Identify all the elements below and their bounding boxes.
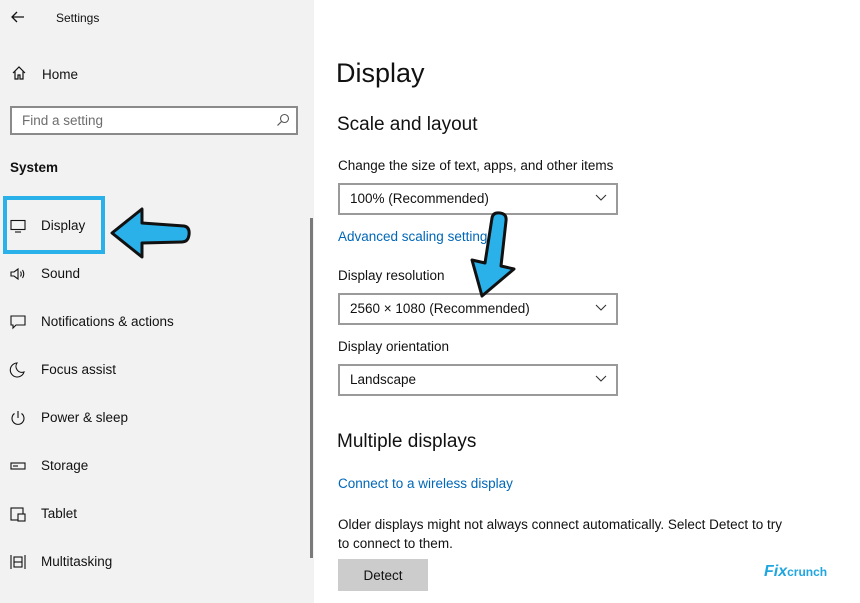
watermark-logo: Fixcrunch (764, 563, 827, 581)
multiple-displays-heading: Multiple displays (337, 431, 477, 452)
storage-icon (10, 462, 26, 470)
sidebar-item-multitasking[interactable]: Multitasking (0, 542, 310, 582)
power-icon (11, 411, 25, 425)
home-icon (12, 66, 26, 80)
sidebar-item-label: Multitasking (41, 554, 113, 569)
sidebar-item-focus-assist[interactable]: Focus assist (0, 350, 310, 390)
advanced-scaling-link[interactable]: Advanced scaling settings (338, 229, 494, 244)
detect-description: Older displays might not always connect … (338, 517, 782, 551)
watermark-main: Fix (764, 563, 788, 580)
tablet-icon (10, 507, 26, 522)
sidebar-section-label: System (10, 160, 59, 175)
main-content: Display Scale and layout Change the size… (314, 0, 860, 603)
scale-dropdown[interactable]: 100% (Recommended) (338, 183, 618, 215)
sidebar: Settings Home System Display Sound (0, 0, 314, 603)
back-button[interactable] (6, 6, 30, 28)
search-input[interactable] (12, 108, 262, 133)
multitasking-icon (10, 555, 26, 569)
notification-icon (10, 315, 26, 330)
moon-icon (9, 362, 25, 378)
page-title: Display (336, 58, 425, 88)
chevron-down-icon (595, 304, 607, 311)
resolution-dropdown-value: 2560 × 1080 (Recommended) (350, 301, 530, 316)
watermark-small: crunch (787, 565, 828, 579)
orientation-dropdown-value: Landscape (350, 372, 417, 387)
speaker-icon (10, 267, 25, 281)
scale-layout-heading: Scale and layout (337, 114, 478, 135)
search-box[interactable] (10, 106, 298, 135)
title-bar: Settings (0, 0, 314, 36)
wireless-display-link[interactable]: Connect to a wireless display (338, 476, 513, 491)
home-label: Home (42, 67, 79, 82)
sidebar-item-label: Storage (41, 458, 89, 473)
sidebar-item-label: Focus assist (41, 362, 117, 377)
back-arrow-icon (11, 11, 24, 23)
window-title: Settings (56, 11, 100, 25)
sidebar-item-label: Tablet (41, 506, 78, 521)
sidebar-item-power-sleep[interactable]: Power & sleep (0, 398, 310, 438)
sidebar-item-tablet[interactable]: Tablet (0, 494, 310, 534)
scale-dropdown-value: 100% (Recommended) (350, 191, 489, 206)
scale-label: Change the size of text, apps, and other… (338, 158, 614, 173)
sidebar-item-label: Notifications & actions (41, 314, 174, 329)
detect-button[interactable]: Detect (338, 559, 428, 591)
search-icon[interactable] (276, 113, 290, 127)
orientation-label: Display orientation (338, 339, 450, 354)
display-highlight-box (3, 196, 105, 254)
chevron-down-icon (595, 194, 607, 201)
resolution-label: Display resolution (338, 268, 445, 283)
sidebar-scrollbar[interactable] (310, 218, 313, 558)
sidebar-item-sound[interactable]: Sound (0, 254, 310, 294)
resolution-dropdown[interactable]: 2560 × 1080 (Recommended) (338, 293, 618, 325)
orientation-dropdown[interactable]: Landscape (338, 364, 618, 396)
sidebar-item-label: Sound (41, 266, 81, 281)
sidebar-item-home[interactable]: Home (0, 58, 314, 90)
sidebar-item-notifications[interactable]: Notifications & actions (0, 302, 310, 342)
chevron-down-icon (595, 375, 607, 382)
sidebar-item-label: Power & sleep (41, 410, 129, 425)
sidebar-item-storage[interactable]: Storage (0, 446, 310, 486)
